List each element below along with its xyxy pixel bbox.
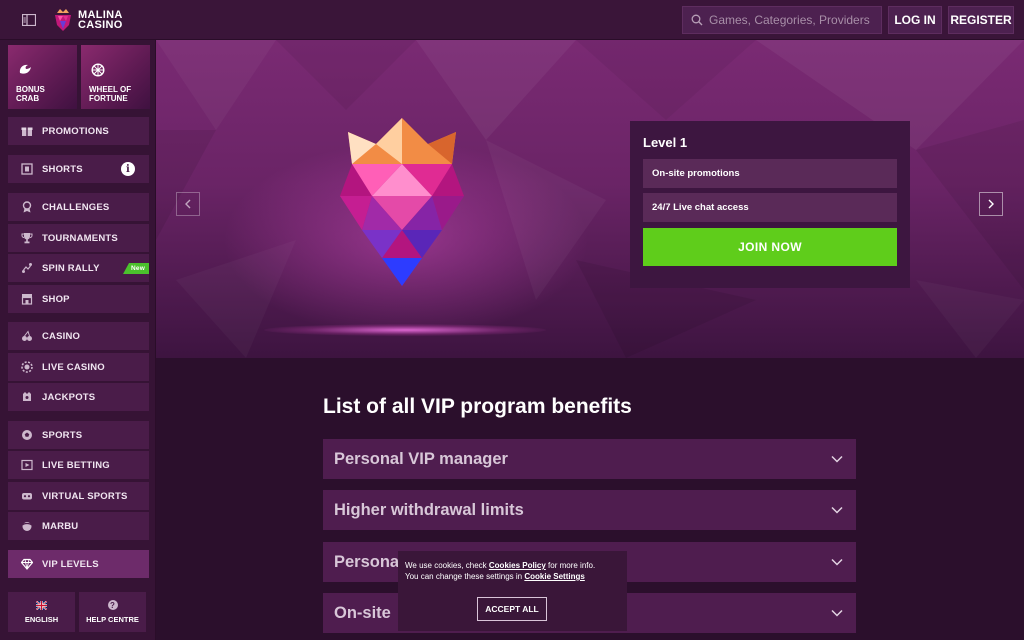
wheel-of-fortune-label: WHEEL OF FORTUNE (89, 85, 132, 103)
medal-icon (20, 200, 34, 214)
chevron-down-icon (831, 609, 843, 617)
wheel-of-fortune-tile[interactable]: WHEEL OF FORTUNE (81, 45, 150, 109)
uk-flag-icon (36, 600, 47, 610)
raspberry-logo-icon (55, 8, 71, 31)
sidebar-item-marbu[interactable]: MARBU (8, 512, 149, 540)
cookies-policy-link[interactable]: Cookies Policy (489, 561, 546, 570)
cookie-settings-link[interactable]: Cookie Settings (524, 572, 584, 581)
sidebar-item-label: CASINO (42, 330, 81, 342)
sidebar-item-jackpots[interactable]: JACKPOTS (8, 383, 149, 411)
accordion-item[interactable]: Higher withdrawal limits (323, 490, 856, 530)
gift-icon (20, 124, 34, 138)
sidebar-item-label: SPORTS (42, 429, 83, 441)
sidebar-item-live-casino[interactable]: LIVE CASINO (8, 353, 149, 381)
trophy-icon (20, 231, 34, 245)
sidebar-item-challenges[interactable]: CHALLENGES (8, 193, 149, 221)
malina-casino-logo[interactable]: MALINA CASINO (52, 8, 123, 32)
bonus-crab-label: BONUS CRAB (16, 85, 45, 103)
sidebar-item-live-betting[interactable]: LIVE BETTING (8, 451, 149, 479)
level-benefit: On-site promotions (643, 159, 897, 188)
shop-icon (20, 292, 34, 306)
chevron-down-icon (831, 506, 843, 514)
logo-text-line2: CASINO (78, 18, 123, 31)
ball-icon (20, 428, 34, 442)
sidebar-item-label: SHOP (42, 293, 70, 305)
help-centre-button[interactable]: ? HELP CENTRE (79, 592, 146, 632)
sidebar-item-label: TOURNAMENTS (42, 232, 118, 244)
chip-icon (20, 360, 34, 374)
help-centre-label: HELP CENTRE (86, 615, 139, 624)
sidebar-item-label: CHALLENGES (42, 201, 110, 213)
sidebar-toggle-icon[interactable] (18, 9, 40, 31)
info-icon[interactable]: i (121, 162, 135, 176)
sidebar-item-label: PROMOTIONS (42, 125, 109, 137)
accordion-label: Higher withdrawal limits (334, 500, 524, 519)
benefits-list-title: List of all VIP program benefits (323, 395, 632, 418)
login-button[interactable]: LOG IN (888, 6, 942, 34)
chevron-down-icon (831, 558, 843, 566)
search-icon (691, 14, 703, 26)
sidebar-item-tournaments[interactable]: TOURNAMENTS (8, 224, 149, 252)
top-header: MALINA CASINO LOG IN REGISTER (0, 0, 1024, 40)
gem-glow (264, 324, 546, 336)
live-icon (20, 458, 34, 472)
language-label: ENGLISH (24, 614, 59, 624)
new-badge: New (123, 263, 149, 274)
cookie-text: We use cookies, check (405, 561, 489, 570)
language-button[interactable]: ENGLISH (8, 592, 75, 632)
crab-claw-icon (19, 64, 31, 74)
sidebar-item-shorts[interactable]: SHORTS i (8, 155, 149, 183)
chevron-down-icon (831, 455, 843, 463)
hero-prev-button[interactable] (176, 192, 200, 216)
cookie-text: for more info. (545, 561, 596, 570)
cookie-banner: We use cookies, check Cookies Policy for… (398, 551, 627, 631)
jackpot-icon (20, 390, 34, 404)
cherries-icon (20, 329, 34, 343)
sidebar-item-vip-levels[interactable]: VIP LEVELS (8, 550, 149, 578)
register-button[interactable]: REGISTER (948, 6, 1014, 34)
chevron-left-icon (185, 199, 191, 209)
vip-gem-crown-icon (340, 118, 464, 286)
hero-next-button[interactable] (979, 192, 1003, 216)
wheel-icon (91, 63, 105, 77)
marbu-icon (20, 519, 34, 533)
search-box[interactable] (682, 6, 882, 34)
level-title: Level 1 (643, 135, 688, 150)
sidebar-item-label: LIVE CASINO (42, 361, 105, 373)
search-input[interactable] (709, 13, 879, 27)
sidebar-item-label: SPIN RALLY (42, 262, 100, 274)
rally-icon (20, 261, 34, 275)
virtual-icon (20, 489, 34, 503)
chevron-right-icon (988, 199, 994, 209)
sidebar-item-virtual-sports[interactable]: VIRTUAL SPORTS (8, 482, 149, 510)
sidebar-item-label: VIRTUAL SPORTS (42, 490, 128, 502)
logo-text-line1: MALINA (78, 8, 123, 21)
accordion-item[interactable]: Personal VIP manager (323, 439, 856, 479)
sidebar-item-label: JACKPOTS (42, 391, 96, 403)
accordion-label: Personal VIP manager (334, 449, 508, 468)
sidebar-item-shop[interactable]: SHOP (8, 285, 149, 313)
accordion-label: On-site (334, 603, 391, 622)
help-icon: ? (107, 600, 118, 610)
film-icon (20, 162, 34, 176)
sidebar-item-casino[interactable]: CASINO (8, 322, 149, 350)
join-now-button[interactable]: JOIN NOW (643, 228, 897, 266)
level-benefit: 24/7 Live chat access (643, 193, 897, 222)
sidebar: BONUS CRAB WHEEL OF FORTUNE PROMOTIONS S… (0, 40, 156, 640)
sidebar-item-label: SHORTS (42, 163, 83, 175)
accordion-label: Personal (334, 552, 404, 571)
sidebar-item-spin-rally[interactable]: SPIN RALLY New (8, 254, 149, 282)
cookie-text: You can change these settings in (405, 572, 525, 581)
diamond-icon (20, 557, 34, 571)
sidebar-item-promotions[interactable]: PROMOTIONS (8, 117, 149, 145)
bonus-crab-tile[interactable]: BONUS CRAB (8, 45, 77, 109)
accept-all-button[interactable]: ACCEPT ALL (477, 597, 547, 621)
sidebar-item-label: LIVE BETTING (42, 459, 110, 471)
sidebar-item-sports[interactable]: SPORTS (8, 421, 149, 449)
level-card: Level 1 On-site promotions 24/7 Live cha… (630, 121, 910, 288)
sidebar-item-label: MARBU (42, 520, 79, 532)
sidebar-item-label: VIP LEVELS (42, 558, 99, 570)
